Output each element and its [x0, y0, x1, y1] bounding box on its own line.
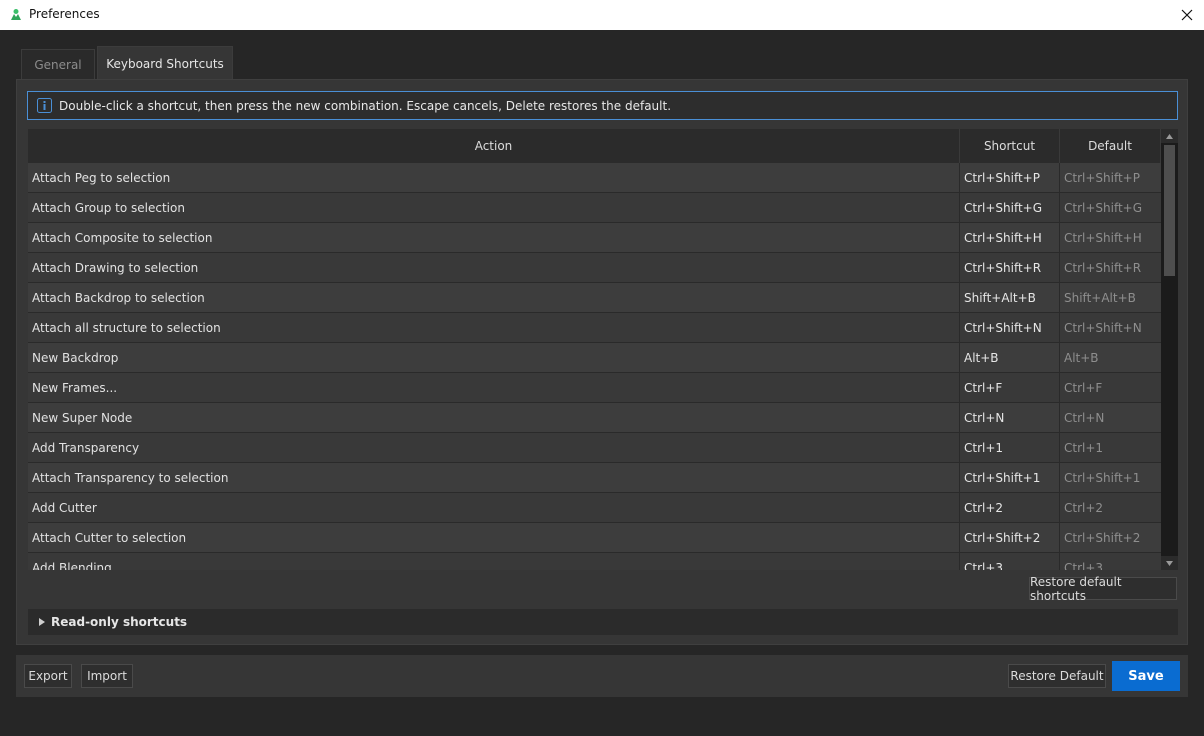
shortcut-cell[interactable]: Ctrl+Shift+R [960, 253, 1060, 282]
action-cell: Attach Transparency to selection [28, 463, 960, 492]
shortcut-cell[interactable]: Ctrl+Shift+P [960, 163, 1060, 192]
scroll-down-button[interactable] [1161, 556, 1178, 570]
action-cell: Attach Cutter to selection [28, 523, 960, 552]
table-row[interactable]: New Frames... Ctrl+F Ctrl+F [28, 373, 1161, 403]
default-cell: Shift+Alt+B [1060, 283, 1161, 312]
action-cell: Add Blending [28, 553, 960, 570]
table-body: Attach Peg to selection Ctrl+Shift+P Ctrl+… [28, 163, 1161, 570]
scrollbar-thumb[interactable] [1164, 145, 1175, 276]
read-only-shortcuts-section[interactable]: Read-only shortcuts [28, 609, 1178, 635]
footer-bar: Export Import Restore Default Save [16, 655, 1188, 697]
default-cell: Ctrl+F [1060, 373, 1161, 402]
shortcut-cell[interactable]: Ctrl+1 [960, 433, 1060, 462]
scroll-down-icon [1166, 560, 1173, 566]
shortcuts-table: Action Shortcut Default Attach Peg to se… [28, 129, 1178, 570]
default-cell: Alt+B [1060, 343, 1161, 372]
shortcut-cell[interactable]: Ctrl+Shift+G [960, 193, 1060, 222]
restore-default-shortcuts-button[interactable]: Restore default shortcuts [1029, 575, 1177, 603]
action-cell: New Frames... [28, 373, 960, 402]
table-row[interactable]: Attach Drawing to selection Ctrl+Shift+R C… [28, 253, 1161, 283]
scroll-up-button[interactable] [1161, 129, 1178, 143]
action-cell: Attach Peg to selection [28, 163, 960, 192]
default-cell: Ctrl+Shift+R [1060, 253, 1161, 282]
import-button[interactable]: Import [81, 664, 133, 688]
default-cell: Ctrl+N [1060, 403, 1161, 432]
info-banner: Double-click a shortcut, then press the … [27, 91, 1178, 120]
action-cell: Attach Backdrop to selection [28, 283, 960, 312]
shortcut-cell[interactable]: Alt+B [960, 343, 1060, 372]
close-button[interactable] [1170, 0, 1204, 30]
table-row[interactable]: Attach all structure to selection Ctrl+Sh… [28, 313, 1161, 343]
shortcut-cell[interactable]: Ctrl+3 [960, 553, 1060, 570]
shortcut-cell[interactable]: Ctrl+F [960, 373, 1060, 402]
table-row[interactable]: Add Cutter Ctrl+2 Ctrl+2 [28, 493, 1161, 523]
app-logo-icon [11, 9, 21, 20]
save-button[interactable]: Save [1112, 661, 1180, 691]
table-row[interactable]: Attach Transparency to selection Ctrl+Shi… [28, 463, 1161, 493]
shortcut-cell[interactable]: Ctrl+Shift+2 [960, 523, 1060, 552]
table-row[interactable]: Attach Composite to selection Ctrl+Shift+… [28, 223, 1161, 253]
default-cell: Ctrl+3 [1060, 553, 1161, 570]
vertical-scrollbar[interactable] [1161, 129, 1178, 570]
default-cell: Ctrl+Shift+H [1060, 223, 1161, 252]
shortcut-cell[interactable]: Shift+Alt+B [960, 283, 1060, 312]
column-header-shortcut[interactable]: Shortcut [960, 129, 1060, 163]
tab-general[interactable]: General [21, 49, 95, 79]
action-cell: Add Transparency [28, 433, 960, 462]
action-cell: New Super Node [28, 403, 960, 432]
shortcut-cell[interactable]: Ctrl+N [960, 403, 1060, 432]
table-row[interactable]: New Backdrop Alt+B Alt+B [28, 343, 1161, 373]
default-cell: Ctrl+1 [1060, 433, 1161, 462]
info-icon [37, 98, 52, 113]
tab-keyboard-shortcuts[interactable]: Keyboard Shortcuts [97, 46, 233, 80]
shortcut-cell[interactable]: Ctrl+Shift+H [960, 223, 1060, 252]
close-icon [1181, 9, 1193, 21]
triangle-right-icon [39, 618, 45, 626]
export-button[interactable]: Export [24, 664, 72, 688]
shortcut-cell[interactable]: Ctrl+Shift+N [960, 313, 1060, 342]
tab-general-label: General [34, 57, 82, 72]
restore-default-button[interactable]: Restore Default [1008, 664, 1106, 688]
title-bar: Preferences [0, 0, 1204, 30]
table-row[interactable]: Attach Group to selection Ctrl+Shift+G Ctr… [28, 193, 1161, 223]
default-cell: Ctrl+Shift+1 [1060, 463, 1161, 492]
table-row[interactable]: Attach Backdrop to selection Shift+Alt+B S… [28, 283, 1161, 313]
action-cell: Add Cutter [28, 493, 960, 522]
table-row[interactable]: Attach Peg to selection Ctrl+Shift+P Ctrl+… [28, 163, 1161, 193]
keyboard-shortcuts-panel: Double-click a shortcut, then press the … [16, 79, 1188, 645]
read-only-shortcuts-label: Read-only shortcuts [51, 615, 188, 629]
table-row[interactable]: New Super Node Ctrl+N Ctrl+N [28, 403, 1161, 433]
action-cell: Attach Drawing to selection [28, 253, 960, 282]
table-row[interactable]: Add Blending Ctrl+3 Ctrl+3 [28, 553, 1161, 570]
tab-keyboard-shortcuts-label: Keyboard Shortcuts [106, 56, 224, 71]
table-row[interactable]: Add Transparency Ctrl+1 Ctrl+1 [28, 433, 1161, 463]
action-cell: Attach all structure to selection [28, 313, 960, 342]
table-header: Action Shortcut Default [28, 129, 1161, 163]
default-cell: Ctrl+Shift+G [1060, 193, 1161, 222]
shortcut-cell[interactable]: Ctrl+Shift+1 [960, 463, 1060, 492]
action-cell: Attach Group to selection [28, 193, 960, 222]
default-cell: Ctrl+Shift+P [1060, 163, 1161, 192]
shortcut-cell[interactable]: Ctrl+2 [960, 493, 1060, 522]
action-cell: New Backdrop [28, 343, 960, 372]
window-title: Preferences [29, 7, 100, 21]
column-header-default[interactable]: Default [1060, 129, 1161, 163]
info-message: Double-click a shortcut, then press the … [59, 98, 672, 113]
column-header-action[interactable]: Action [28, 129, 960, 163]
table-row[interactable]: Attach Cutter to selection Ctrl+Shift+2 Ct… [28, 523, 1161, 553]
scroll-up-icon [1166, 133, 1173, 139]
default-cell: Ctrl+Shift+N [1060, 313, 1161, 342]
action-cell: Attach Composite to selection [28, 223, 960, 252]
default-cell: Ctrl+Shift+2 [1060, 523, 1161, 552]
default-cell: Ctrl+2 [1060, 493, 1161, 522]
